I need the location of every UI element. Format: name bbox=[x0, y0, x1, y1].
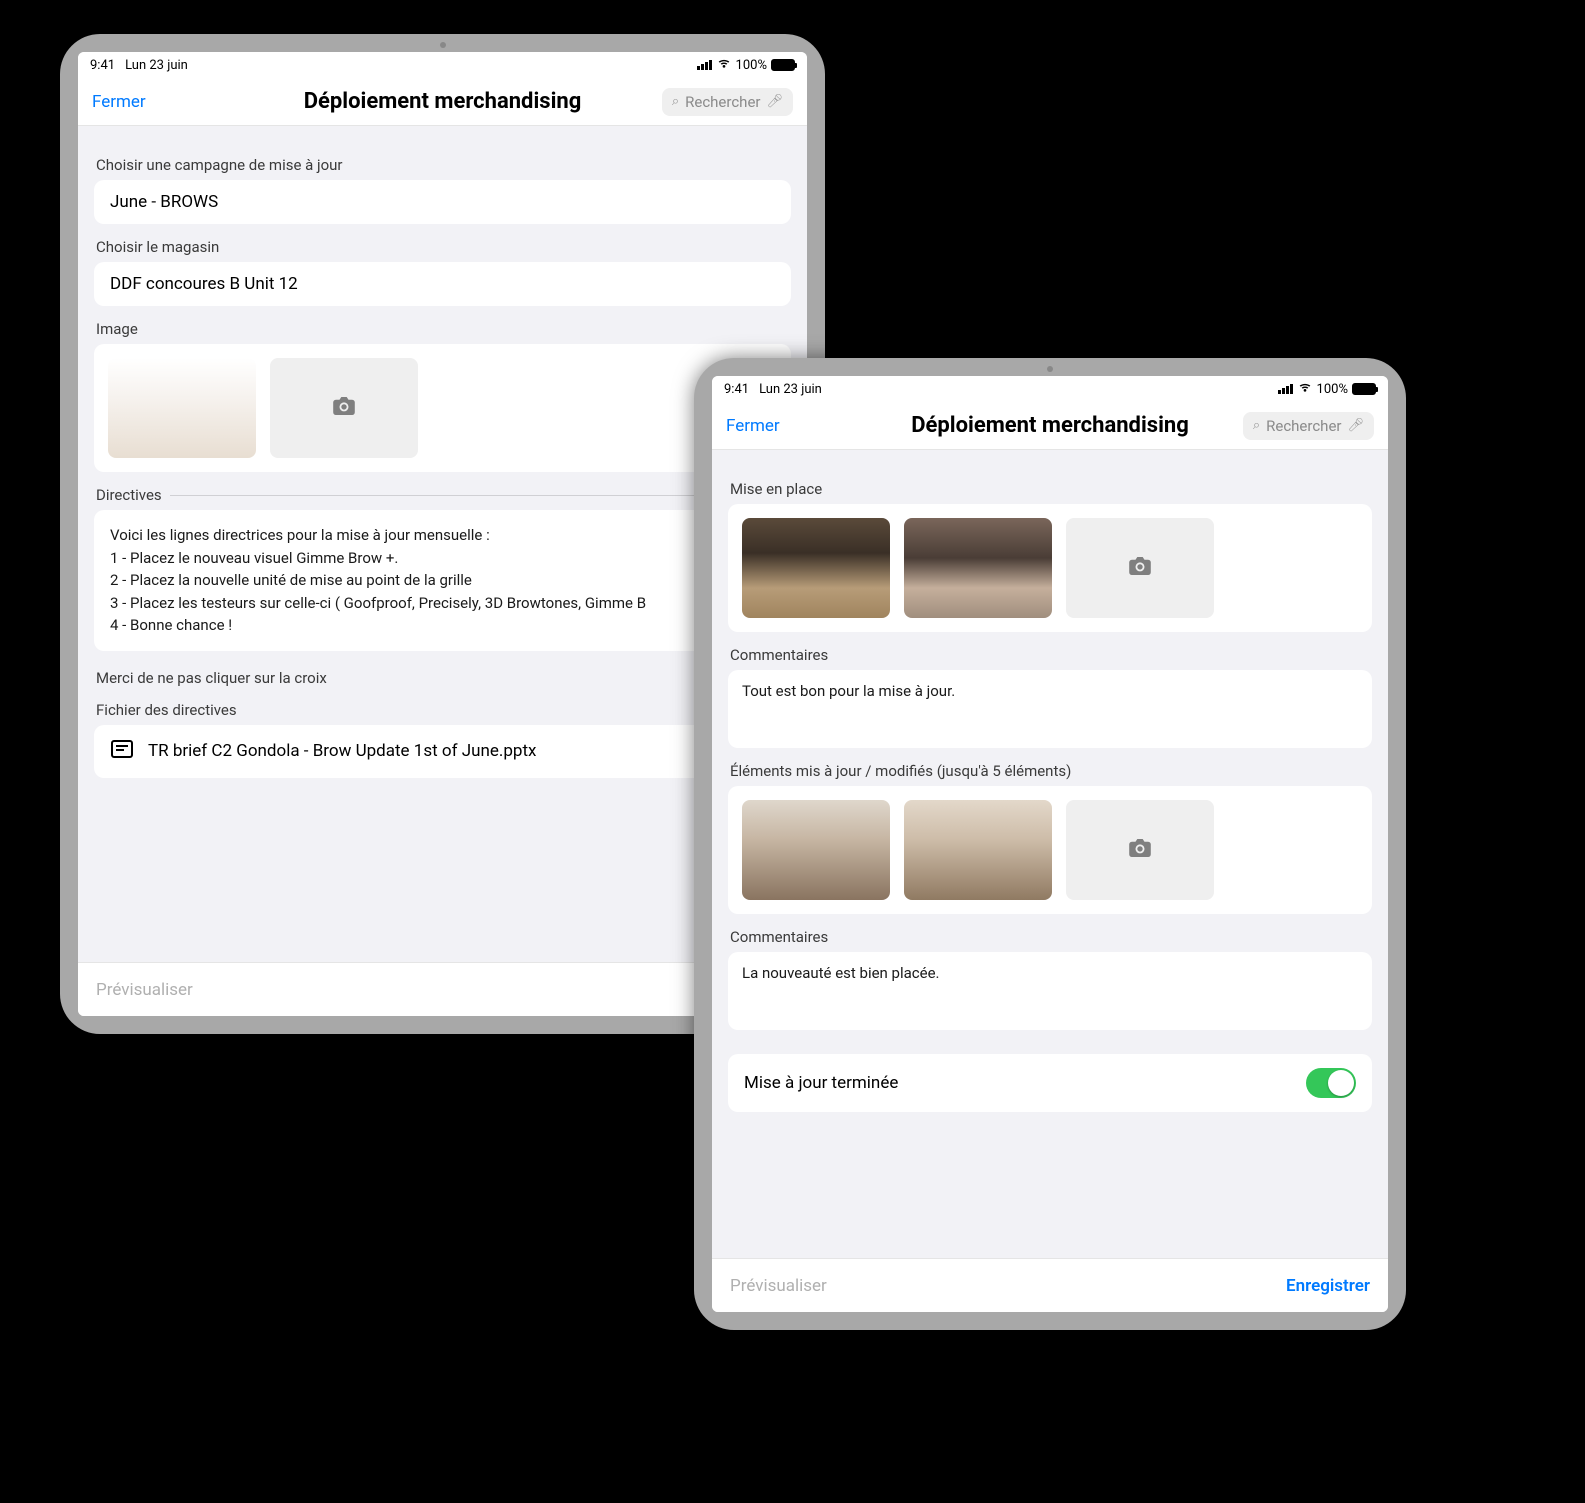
save-button[interactable]: Enregistrer bbox=[1286, 1276, 1370, 1296]
battery-icon bbox=[771, 59, 795, 71]
directives-file[interactable]: TR brief C2 Gondola - Brow Update 1st of… bbox=[94, 725, 791, 778]
status-bar: 9:41 Lun 23 juin 100% bbox=[78, 52, 807, 78]
directives-label: Directives bbox=[96, 486, 791, 504]
mic-icon: 🎤︎ bbox=[766, 94, 783, 109]
preview-button[interactable]: Prévisualiser bbox=[96, 980, 193, 1000]
updated-photo-2[interactable] bbox=[904, 800, 1052, 900]
complete-toggle-row: Mise à jour terminée bbox=[728, 1054, 1372, 1112]
add-photo-button[interactable] bbox=[270, 358, 418, 458]
updated-photo-row bbox=[728, 786, 1372, 914]
reference-image[interactable] bbox=[108, 358, 256, 458]
search-field[interactable]: ⌕ Rechercher 🎤︎ bbox=[1243, 412, 1374, 440]
close-button[interactable]: Fermer bbox=[92, 92, 146, 112]
search-field[interactable]: ⌕ Rechercher 🎤︎ bbox=[662, 88, 793, 116]
camera-icon bbox=[333, 397, 355, 419]
updated-photo-1[interactable] bbox=[742, 800, 890, 900]
search-placeholder: Rechercher bbox=[1266, 417, 1341, 435]
complete-label: Mise à jour terminée bbox=[744, 1073, 898, 1093]
tablet-right: 9:41 Lun 23 juin 100% Fermer Déploiement… bbox=[694, 358, 1406, 1330]
cellular-icon bbox=[1278, 384, 1293, 394]
store-select[interactable]: DDF concoures B Unit 12 bbox=[94, 262, 791, 306]
mic-icon: 🎤︎ bbox=[1347, 418, 1364, 433]
campaign-select[interactable]: June - BROWS bbox=[94, 180, 791, 224]
camera-icon bbox=[1129, 839, 1151, 861]
updated-label: Éléments mis à jour / modifiés (jusqu'à … bbox=[730, 762, 1372, 780]
complete-toggle[interactable] bbox=[1306, 1068, 1356, 1098]
status-date: Lun 23 juin bbox=[125, 58, 188, 73]
setup-photo-2[interactable] bbox=[904, 518, 1052, 618]
cellular-icon bbox=[697, 60, 712, 70]
wifi-icon bbox=[1297, 381, 1313, 397]
battery-pct: 100% bbox=[1317, 382, 1348, 397]
comments-label: Commentaires bbox=[730, 646, 1372, 664]
setup-photo-row bbox=[728, 504, 1372, 632]
add-photo-button[interactable] bbox=[1066, 518, 1214, 618]
status-bar: 9:41 Lun 23 juin 100% bbox=[712, 376, 1388, 402]
file-label: Fichier des directives bbox=[96, 701, 791, 719]
comment-input-1[interactable]: Tout est bon pour la mise à jour. bbox=[728, 670, 1372, 748]
status-time: 9:41 bbox=[724, 382, 749, 397]
directives-card: Voici les lignes directrices pour la mis… bbox=[94, 510, 791, 651]
close-button[interactable]: Fermer bbox=[726, 416, 780, 436]
setup-photo-1[interactable] bbox=[742, 518, 890, 618]
pptx-icon bbox=[110, 737, 134, 766]
comments-label-2: Commentaires bbox=[730, 928, 1372, 946]
battery-pct: 100% bbox=[736, 58, 767, 73]
file-name: TR brief C2 Gondola - Brow Update 1st of… bbox=[148, 741, 536, 761]
search-icon: ⌕ bbox=[672, 94, 679, 109]
add-photo-button[interactable] bbox=[1066, 800, 1214, 900]
setup-label: Mise en place bbox=[730, 480, 1372, 498]
search-icon: ⌕ bbox=[1253, 418, 1260, 433]
comment-input-2[interactable]: La nouveauté est bien placée. bbox=[728, 952, 1372, 1030]
directives-body: Voici les lignes directrices pour la mis… bbox=[110, 524, 775, 637]
camera-icon bbox=[1129, 557, 1151, 579]
status-time: 9:41 bbox=[90, 58, 115, 73]
preview-button[interactable]: Prévisualiser bbox=[730, 1276, 827, 1296]
image-row bbox=[94, 344, 791, 472]
campaign-label: Choisir une campagne de mise à jour bbox=[96, 156, 791, 174]
store-label: Choisir le magasin bbox=[96, 238, 791, 256]
image-label: Image bbox=[96, 320, 791, 338]
wifi-icon bbox=[716, 57, 732, 73]
search-placeholder: Rechercher bbox=[685, 93, 760, 111]
no-cross-note: Merci de ne pas cliquer sur la croix bbox=[96, 669, 791, 687]
status-date: Lun 23 juin bbox=[759, 382, 822, 397]
battery-icon bbox=[1352, 383, 1376, 395]
